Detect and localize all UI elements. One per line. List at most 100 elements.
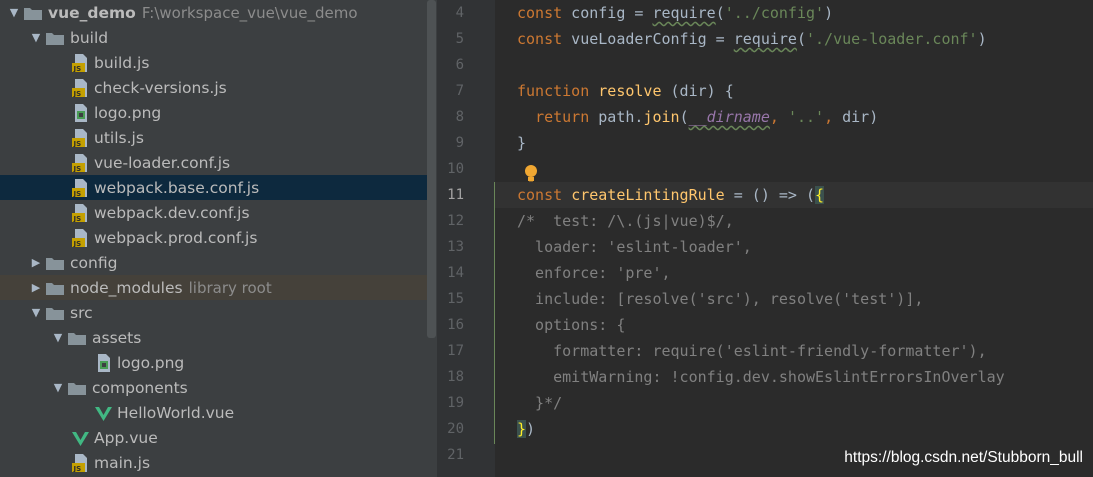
code-line-15[interactable]: include: [resolve('src'), resolve('test'… (495, 286, 1093, 312)
chevron-down-icon[interactable]: ▼ (28, 30, 44, 46)
chevron-down-icon[interactable]: ▼ (50, 380, 66, 396)
code-comment: /* test: /\.(js|vue)$/, (517, 212, 734, 230)
folder-icon (24, 6, 42, 20)
folder-icon (46, 306, 64, 320)
svg-text:JS: JS (73, 65, 82, 72)
code-line-20[interactable]: }) (495, 416, 1093, 442)
code-line-9[interactable]: } (495, 130, 1093, 156)
code-text: (dir) { (661, 82, 734, 100)
tree-file-vue-loader-conf-js[interactable]: JS vue-loader.conf.js (0, 150, 427, 175)
code-text: = () => ( (724, 186, 816, 204)
code-string: '../config' (724, 4, 825, 22)
chevron-right-icon[interactable]: ▶ (28, 280, 44, 296)
file-label: utils.js (94, 128, 144, 147)
line-number-gutter: 4 5 6 7 8 9 10 11 12 13 14 15 16 17 18 1… (437, 0, 515, 477)
svg-text:JS: JS (73, 90, 82, 97)
tree-file-build-js[interactable]: JS build.js (0, 50, 427, 75)
code-text: dir) (833, 108, 879, 126)
chevron-down-icon[interactable]: ▼ (50, 330, 66, 346)
chevron-down-icon[interactable]: ▼ (28, 305, 44, 321)
code-keyword: const (517, 30, 563, 48)
line-number: 21 (447, 447, 464, 463)
code-line-13[interactable]: loader: 'eslint-loader', (495, 234, 1093, 260)
line-number: 10 (447, 161, 464, 177)
js-file-icon: JS (72, 78, 89, 98)
code-line-8[interactable]: return path.join(__dirname, '..', dir) (495, 104, 1093, 130)
tree-file-check-versions-js[interactable]: JS check-versions.js (0, 75, 427, 100)
image-file-icon (72, 103, 89, 122)
svg-text:JS: JS (73, 215, 82, 222)
tree-file-utils-js[interactable]: JS utils.js (0, 125, 427, 150)
js-file-icon: JS (72, 178, 89, 198)
tree-file-app-vue[interactable]: App.vue (0, 425, 427, 450)
folder-label: node_modules (70, 278, 183, 297)
code-line-19[interactable]: }*/ (495, 390, 1093, 416)
code-line-16[interactable]: options: { (495, 312, 1093, 338)
code-comment: emitWarning: !config.dev.showEslintError… (517, 368, 1005, 386)
vue-file-icon (95, 404, 112, 422)
code-call: require (652, 4, 716, 22)
tree-folder-components[interactable]: ▼ components (0, 375, 427, 400)
folder-label: src (70, 303, 93, 322)
code-function-name: createLintingRule (571, 186, 725, 204)
tree-file-webpack-base-conf-js[interactable]: JS webpack.base.conf.js (0, 175, 427, 200)
line-number: 9 (455, 135, 464, 151)
file-label: webpack.base.conf.js (94, 178, 260, 197)
code-line-17[interactable]: formatter: require('eslint-friendly-form… (495, 338, 1093, 364)
code-string: './vue-loader.conf' (806, 30, 978, 48)
code-line-14[interactable]: enforce: 'pre', (495, 260, 1093, 286)
line-number: 16 (447, 317, 464, 333)
line-number: 12 (447, 213, 464, 229)
chevron-down-icon[interactable]: ▼ (6, 5, 22, 21)
code-line-7[interactable]: function resolve (dir) { (495, 78, 1093, 104)
line-number: 18 (447, 369, 464, 385)
library-root-tag: library root (188, 278, 272, 297)
line-number: 19 (447, 395, 464, 411)
code-editor[interactable]: const config = require('../config') cons… (495, 0, 1093, 477)
code-line-11[interactable]: const createLintingRule = () => ({ (495, 182, 1093, 208)
code-line-4[interactable]: const config = require('../config') (495, 0, 1093, 26)
tree-file-logo-png[interactable]: logo.png (0, 100, 427, 125)
tree-root-vue-demo[interactable]: ▼ vue_demo F:\workspace_vue\vue_demo (0, 0, 427, 25)
folder-label: config (70, 253, 118, 272)
folder-label: build (70, 28, 109, 47)
code-comment: options: { (517, 316, 626, 334)
tree-folder-assets[interactable]: ▼ assets (0, 325, 427, 350)
code-line-5[interactable]: const vueLoaderConfig = require('./vue-l… (495, 26, 1093, 52)
tree-file-main-js[interactable]: JS main.js (0, 450, 427, 475)
root-label: vue_demo (48, 3, 136, 22)
svg-text:JS: JS (73, 140, 82, 147)
tree-folder-config[interactable]: ▶ config (0, 250, 427, 275)
code-text: } (517, 134, 527, 152)
tree-scrollbar[interactable] (427, 0, 436, 338)
code-global: __dirname (688, 108, 770, 126)
code-line-18[interactable]: emitWarning: !config.dev.showEslintError… (495, 364, 1093, 390)
tree-folder-node-modules[interactable]: ▶ node_modules library root (0, 275, 427, 300)
file-label: logo.png (117, 353, 185, 372)
file-label: build.js (94, 53, 150, 72)
line-number: 14 (447, 265, 464, 281)
matched-brace: { (815, 186, 825, 204)
lightbulb-icon[interactable] (523, 164, 539, 184)
svg-text:JS: JS (73, 465, 82, 472)
tree-folder-src[interactable]: ▼ src (0, 300, 427, 325)
chevron-right-icon[interactable]: ▶ (28, 255, 44, 271)
tree-file-assets-logo-png[interactable]: logo.png (0, 350, 427, 375)
code-line-10[interactable] (495, 156, 1093, 182)
svg-text:JS: JS (73, 165, 82, 172)
tree-file-webpack-dev-conf-js[interactable]: JS webpack.dev.conf.js (0, 200, 427, 225)
tree-file-helloworld-vue[interactable]: HelloWorld.vue (0, 400, 427, 425)
root-path: F:\workspace_vue\vue_demo (141, 3, 358, 22)
folder-icon (68, 381, 86, 395)
code-function-name: resolve (598, 82, 662, 100)
code-comment: loader: 'eslint-loader', (517, 238, 752, 256)
tree-folder-build[interactable]: ▼ build (0, 25, 427, 50)
folder-label: assets (92, 328, 142, 347)
tree-file-webpack-prod-conf-js[interactable]: JS webpack.prod.conf.js (0, 225, 427, 250)
code-line-12[interactable]: /* test: /\.(js|vue)$/, (495, 208, 1093, 234)
watermark: https://blog.csdn.net/Stubborn_bull (844, 449, 1083, 466)
code-line-6[interactable] (495, 52, 1093, 78)
folder-icon (68, 331, 86, 345)
file-label: webpack.dev.conf.js (94, 203, 250, 222)
svg-text:JS: JS (73, 240, 82, 247)
